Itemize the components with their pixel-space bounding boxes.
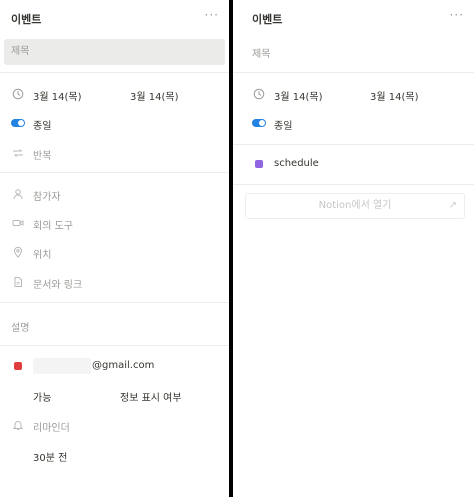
participants-button[interactable]: 참가자 (33, 188, 61, 203)
event-title-input[interactable]: 제목 (252, 45, 270, 60)
more-options-button[interactable]: ··· (205, 8, 219, 22)
calendar-color-icon (255, 160, 263, 168)
location-button[interactable]: 위치 (33, 246, 51, 261)
more-options-button[interactable]: ··· (450, 8, 464, 22)
divider (233, 72, 474, 73)
start-date[interactable]: 3월 14(목) (33, 88, 81, 103)
docs-links-button[interactable]: 문서와 링크 (33, 276, 82, 291)
meeting-tool-button[interactable]: 회의 도구 (33, 217, 73, 232)
open-in-notion-button[interactable]: Notion에서 열기 ↗ (245, 193, 465, 219)
bell-icon (12, 419, 24, 431)
location-pin-icon (12, 246, 24, 258)
calendar-account[interactable]: @gmail.com (92, 360, 154, 371)
panel-title: 이벤트 (252, 13, 283, 26)
divider (0, 72, 229, 73)
description-input[interactable]: 설명 (11, 319, 29, 334)
divider (0, 172, 229, 173)
reminder-value[interactable]: 30분 전 (33, 449, 67, 464)
repeat-button[interactable]: 반복 (33, 147, 51, 162)
external-link-icon: ↗ (448, 200, 457, 211)
allday-toggle[interactable] (11, 119, 25, 127)
event-title-input[interactable]: 제목 (4, 39, 225, 65)
divider (233, 184, 474, 185)
document-icon (12, 276, 24, 288)
allday-label: 종일 (274, 121, 293, 132)
video-icon (12, 217, 24, 229)
event-panel-right: 이벤트 ··· 제목 3월 14(목) 3월 14(목) 종일 schedule… (233, 0, 474, 497)
availability-status[interactable]: 가능 (33, 389, 51, 404)
redacted-email (33, 358, 91, 374)
divider (0, 302, 229, 303)
divider (0, 345, 229, 346)
panel-title: 이벤트 (11, 13, 42, 26)
allday-label: 종일 (33, 121, 52, 132)
clock-icon (12, 88, 24, 100)
end-date[interactable]: 3월 14(목) (130, 88, 178, 103)
reminder-label: 리마인더 (33, 423, 70, 434)
repeat-icon (12, 147, 24, 159)
divider (233, 144, 474, 145)
end-date[interactable]: 3월 14(목) (370, 88, 418, 103)
person-icon (12, 188, 24, 200)
clock-icon (253, 88, 265, 100)
start-date[interactable]: 3월 14(목) (274, 88, 322, 103)
calendar-color-icon (14, 362, 22, 370)
open-in-notion-label: Notion에서 열기 (318, 200, 392, 211)
visibility-setting[interactable]: 정보 표시 여부 (120, 389, 182, 404)
event-panel-left: 이벤트 ··· 제목 3월 14(목) 3월 14(목) 종일 반복 참가자 회… (0, 0, 229, 497)
allday-toggle[interactable] (252, 119, 266, 127)
calendar-name[interactable]: schedule (274, 158, 319, 169)
